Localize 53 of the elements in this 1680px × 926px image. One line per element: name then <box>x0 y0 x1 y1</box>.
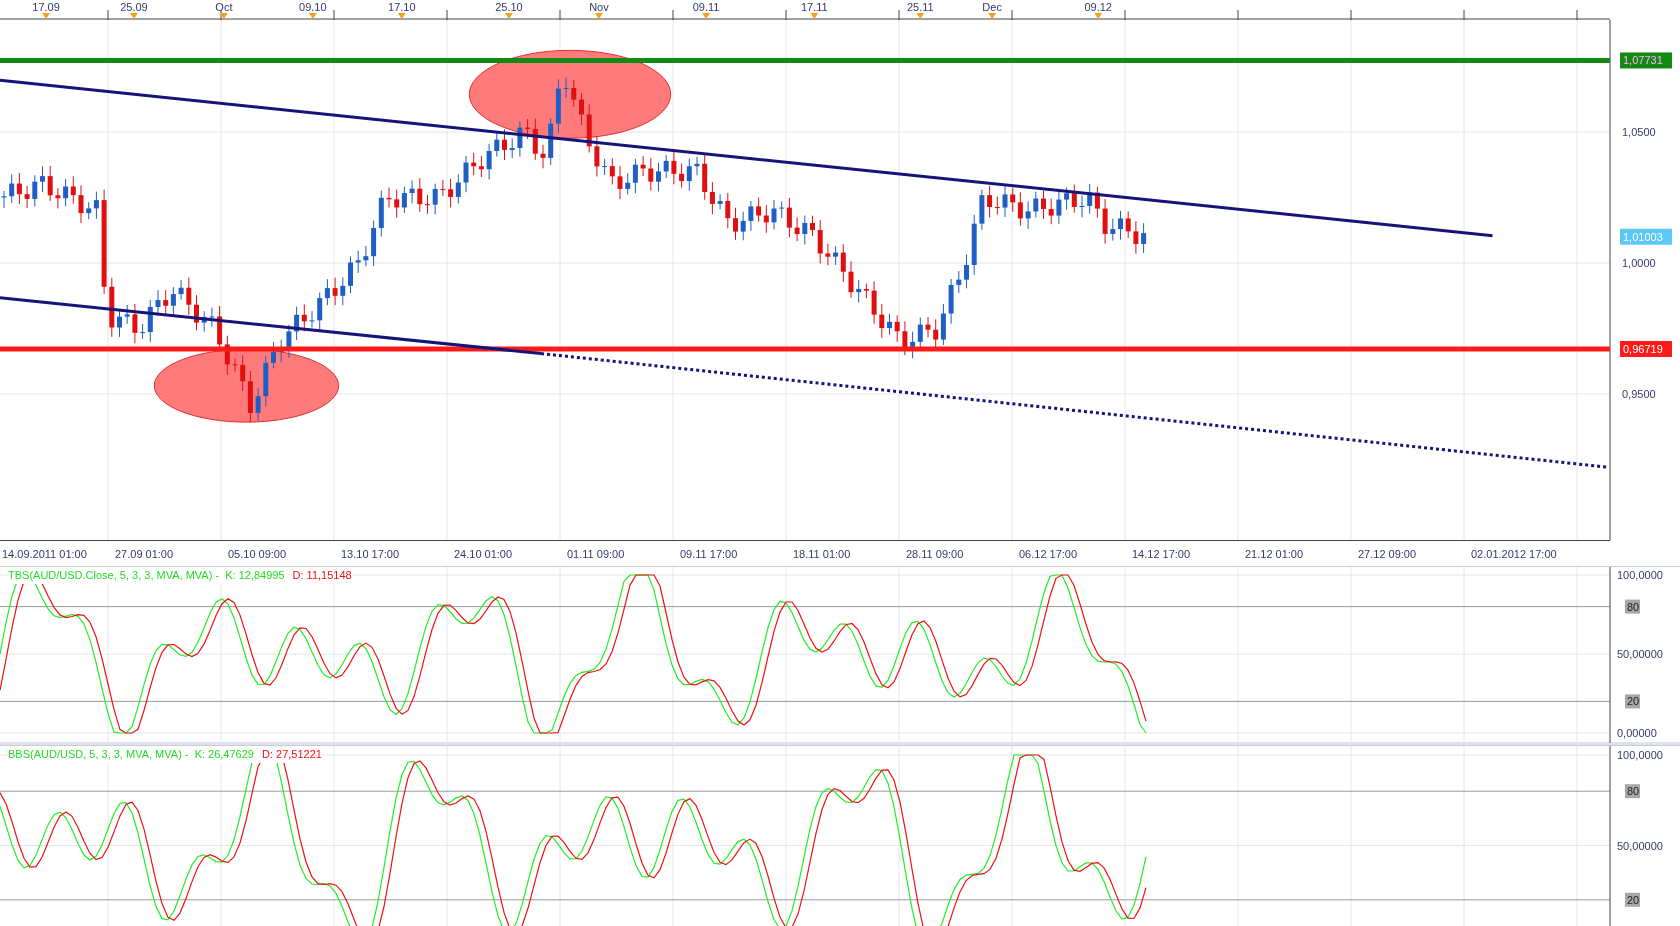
date-label: 25.09 <box>120 1 148 13</box>
axis-label: 100,0000 <box>1617 749 1663 761</box>
price-tag: 1,07731 <box>1620 52 1672 69</box>
time-label: 01.11 09:00 <box>566 547 626 562</box>
time-label: 05.10 09:00 <box>227 547 288 562</box>
marker-icon <box>397 13 406 19</box>
axis-tag: 80 <box>1625 599 1640 614</box>
marker-icon <box>308 13 317 19</box>
date-label: Dec <box>982 1 1002 13</box>
date-label: Oct <box>215 1 233 13</box>
marker-icon <box>702 13 711 19</box>
marker-icon <box>988 13 997 19</box>
time-label: 02.01.2012 17:00 <box>1470 547 1558 562</box>
time-label: 18.11 01:00 <box>792 547 852 562</box>
price-label: 1,0500 <box>1622 126 1656 138</box>
date-label: 09.11 <box>692 1 720 13</box>
price-tag: 1,01003 <box>1620 228 1672 245</box>
marker-icon <box>916 13 925 19</box>
time-label: 14.12 17:00 <box>1131 547 1192 562</box>
price-label: 0,9500 <box>1622 388 1656 400</box>
marker-icon <box>219 13 228 19</box>
time-label: 27.12 09:00 <box>1357 547 1418 562</box>
date-label: Nov <box>589 1 609 13</box>
marker-icon <box>129 13 138 19</box>
time-label: 24.10 01:00 <box>453 547 514 562</box>
time-label: 28.11 09:00 <box>905 547 965 562</box>
time-label: 13.10 17:00 <box>340 547 401 562</box>
date-label: 09.12 <box>1084 1 1112 13</box>
time-label: 14.09.2011 01:00 <box>1 547 88 562</box>
marker-icon <box>1094 13 1103 19</box>
time-label: 06.12 17:00 <box>1018 547 1079 562</box>
time-label: 09.11 17:00 <box>679 547 739 562</box>
axis-tag: 80 <box>1625 784 1640 799</box>
axis-label: 50,00000 <box>1617 839 1663 852</box>
axis-tag: 20 <box>1625 694 1640 709</box>
marker-icon <box>42 13 51 19</box>
date-label: 17.09 <box>32 1 60 13</box>
date-label: 09.10 <box>299 1 327 13</box>
marker-icon <box>504 13 513 19</box>
price-label: 1,0000 <box>1622 257 1656 269</box>
axis-label: 100,0000 <box>1617 569 1663 581</box>
time-label: 27.09 01:00 <box>114 547 175 562</box>
marker-icon <box>810 13 819 19</box>
time-label: 21.12 01:00 <box>1244 547 1305 562</box>
marker-icon <box>594 13 603 19</box>
date-label: 17.11 <box>800 1 828 13</box>
axis-label: 50,00000 <box>1617 648 1663 660</box>
date-label: 25.11 <box>907 1 934 13</box>
date-label: 25.10 <box>495 1 523 13</box>
date-label: 17.10 <box>388 1 416 13</box>
price-tag: 0,96719 <box>1620 340 1672 357</box>
axis-label: 0,00000 <box>1617 727 1657 739</box>
axis-tag: 20 <box>1625 892 1640 907</box>
